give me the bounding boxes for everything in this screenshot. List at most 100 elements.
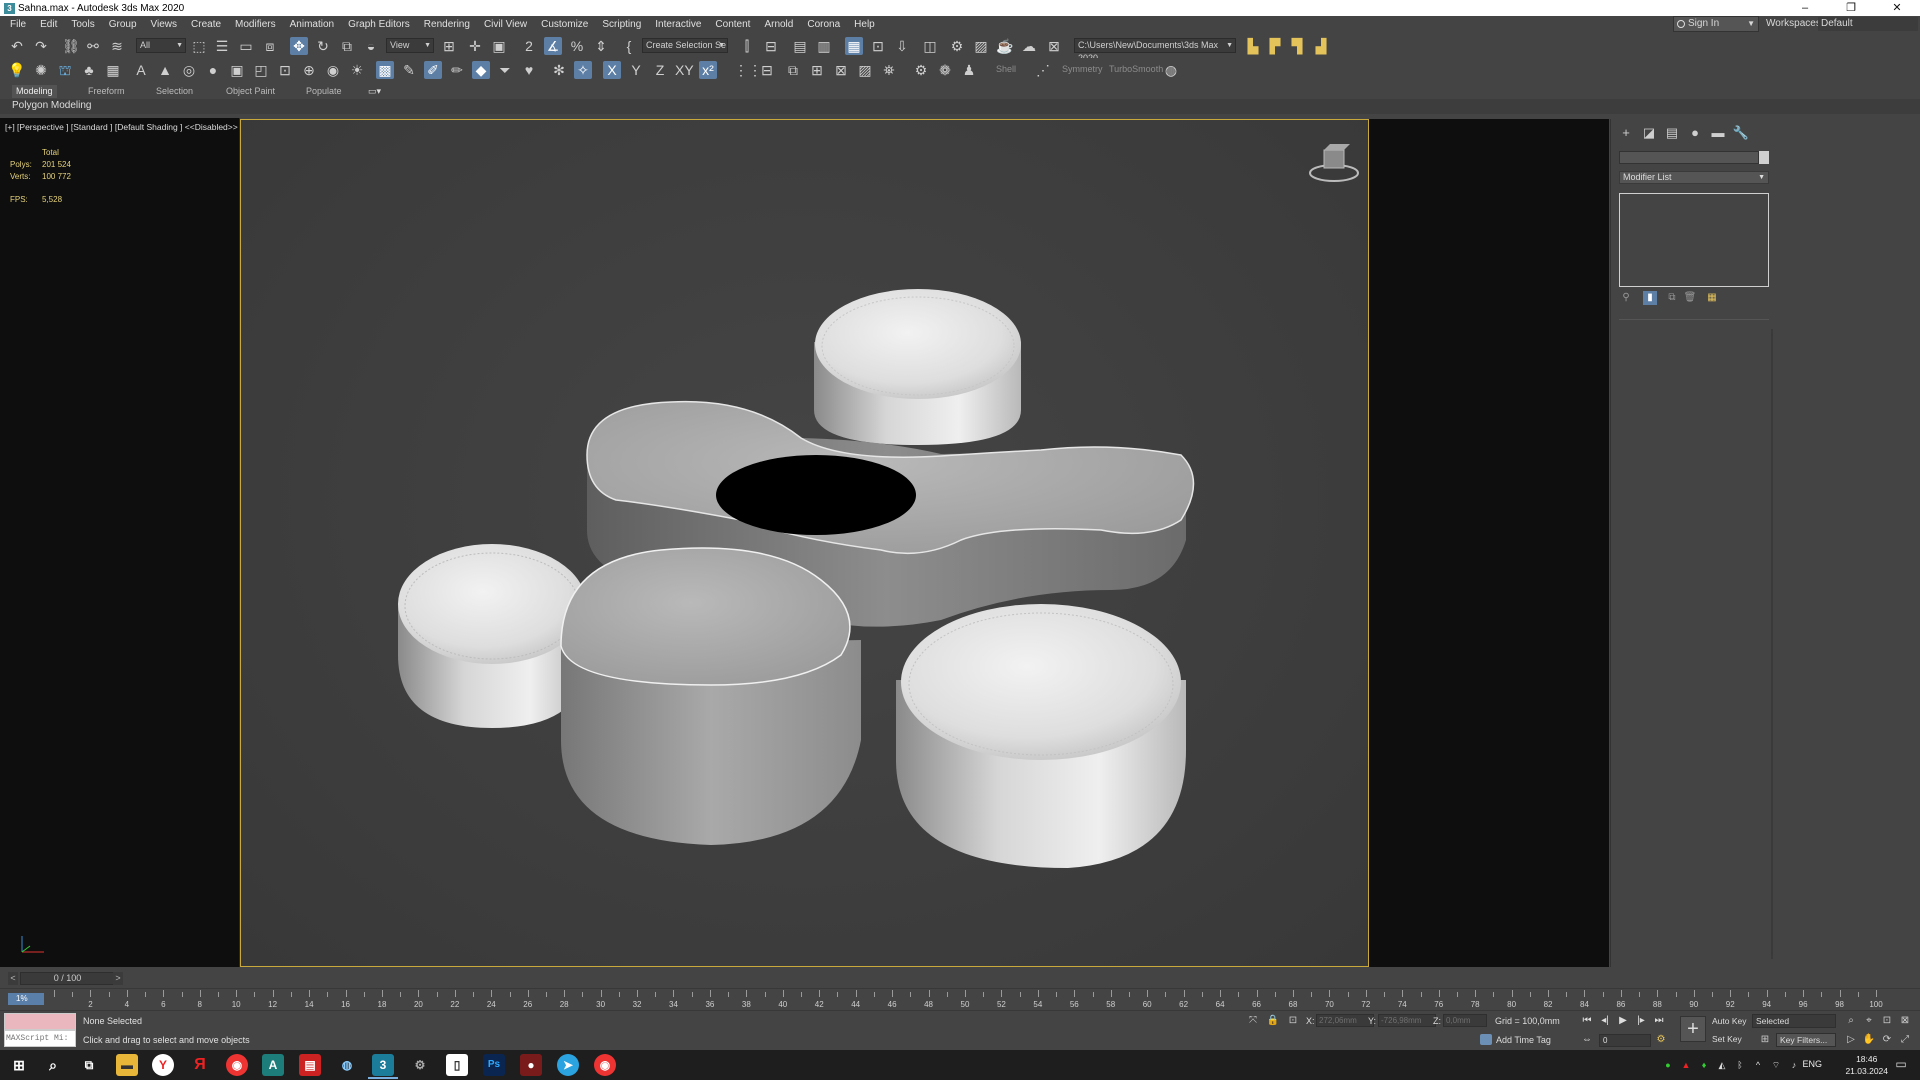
track-bar[interactable]: 1% 2 4 6 8 10 12 14 16 18 20 22 24 26 28 30 32 34 36 38 40 4… (0, 988, 1920, 1010)
open-project-icon[interactable]: ▛ (1266, 37, 1284, 55)
polygon-modeling-panel[interactable]: Polygon Modeling (12, 100, 92, 111)
ribbon-options-icon[interactable]: ▭▾ (364, 85, 385, 98)
menu-customize[interactable]: Customize (534, 19, 595, 30)
box-icon[interactable]: ▣ (228, 61, 246, 79)
reference-coordinate-dropdown[interactable]: View ▼ (386, 38, 434, 53)
zoom-all-icon[interactable]: ⌖ (1862, 1014, 1876, 1028)
add-time-tag-button[interactable]: Add Time Tag (1496, 1035, 1551, 1045)
tray-icon-green[interactable]: ♦ (1698, 1059, 1710, 1071)
sign-in-dropdown[interactable]: Sign In ▼ (1673, 16, 1759, 32)
search-tool-icon[interactable]: ◍ (336, 1054, 358, 1076)
menu-graph-editors[interactable]: Graph Editors (341, 19, 417, 30)
link-icon[interactable]: ⛓ (62, 37, 80, 55)
render-in-cloud-icon[interactable]: ☁ (1020, 37, 1038, 55)
maxscript-input[interactable]: MAXScript Mi: (4, 1030, 76, 1047)
shell-modifier-button[interactable]: Shell (996, 64, 1016, 74)
restore-button[interactable]: ❐ (1828, 0, 1874, 16)
toggle-ribbon-icon[interactable]: ▦ (845, 37, 863, 55)
clone-align-icon[interactable]: ⊠ (832, 61, 850, 79)
modifier-list-dropdown[interactable]: Modifier List ▼ (1619, 171, 1769, 184)
motion-tab-icon[interactable]: ● (1686, 125, 1704, 141)
plane-icon[interactable]: ◰ (252, 61, 270, 79)
vertex-snap-icon[interactable]: ◆ (472, 61, 490, 79)
hierarchy-tab-icon[interactable]: ▤ (1663, 125, 1681, 141)
bind-space-warp-icon[interactable]: ≋ (108, 37, 126, 55)
windows-start-icon[interactable]: ⊞ (8, 1054, 30, 1076)
menu-corona[interactable]: Corona (800, 19, 847, 30)
workspace-value[interactable]: Default (1818, 17, 1918, 31)
funnel-icon[interactable]: ⏷ (496, 61, 514, 79)
file-explorer-icon[interactable]: ▬ (116, 1054, 138, 1076)
axis-x-icon[interactable]: X (603, 61, 621, 79)
render-production-icon[interactable]: ☕ (996, 37, 1014, 55)
pin-stack-icon[interactable]: ⚲ (1619, 291, 1633, 305)
manipulate-icon[interactable]: ✛ (466, 37, 484, 55)
open-a360-gallery-icon[interactable]: ⊠ (1045, 37, 1063, 55)
edit-named-selection-icon[interactable]: { (620, 37, 638, 55)
rendered-frame-window-icon[interactable]: ▨ (972, 37, 990, 55)
align-to-grid-icon[interactable]: ⊟ (758, 61, 776, 79)
axis-y-icon[interactable]: Y (627, 61, 645, 79)
checker-icon[interactable]: ▨ (856, 61, 874, 79)
create-project-icon[interactable]: ▟ (1312, 37, 1330, 55)
brush-icon[interactable]: ✏ (448, 61, 466, 79)
menu-tools[interactable]: Tools (64, 19, 101, 30)
select-and-scale-icon[interactable]: ⧉ (338, 37, 356, 55)
previous-key-icon[interactable]: ◂| (1598, 1014, 1612, 1028)
letter-a-icon[interactable]: A (132, 61, 150, 79)
maxscript-output[interactable] (4, 1013, 76, 1030)
camera-icon[interactable]: ⛫ (56, 61, 74, 79)
symmetry-icon[interactable]: ⋰ (1034, 61, 1052, 79)
whatsapp-tray-icon[interactable]: ● (1662, 1059, 1674, 1071)
rectangular-selection-icon[interactable]: ▭ (237, 37, 255, 55)
tab-modeling[interactable]: Modeling (12, 85, 57, 98)
notepad-icon[interactable]: ▯ (446, 1054, 468, 1076)
remove-modifier-icon[interactable]: 🗑 (1683, 291, 1697, 305)
chrome-icon[interactable]: ◉ (226, 1054, 248, 1076)
pivot-center-icon[interactable]: ⊞ (440, 37, 458, 55)
menu-interactive[interactable]: Interactive (648, 19, 708, 30)
keyboard-shortcut-override-icon[interactable]: ▣ (490, 37, 508, 55)
paint-icon[interactable]: ✐ (424, 61, 442, 79)
utilities-tab-icon[interactable]: 🔧 (1732, 125, 1750, 141)
modifier-stack[interactable] (1619, 193, 1769, 287)
spring-icon[interactable]: ❁ (936, 61, 954, 79)
viewport-label[interactable]: [+] [Perspective ] [Standard ] [Default … (5, 122, 238, 132)
snaps-toggle-icon[interactable]: 2 (520, 37, 538, 55)
play-icon[interactable]: ▶ (1616, 1014, 1630, 1028)
save-project-icon[interactable]: ▜ (1288, 37, 1306, 55)
auto-key-button[interactable]: Auto Key (1712, 1015, 1750, 1028)
mirror-icon[interactable]: ⫿ (738, 37, 756, 55)
named-selection-dropdown[interactable]: Create Selection Se ▼ (642, 38, 728, 53)
curve-editor-icon[interactable]: ⊡ (869, 37, 887, 55)
align-icon[interactable]: ⊟ (762, 37, 780, 55)
3ds-max-icon[interactable]: 3 (372, 1054, 394, 1076)
array-icon[interactable]: ⋮⋮ (734, 61, 762, 79)
next-key-icon[interactable]: |▸ (1634, 1014, 1648, 1028)
current-frame-field[interactable]: 0 (1599, 1034, 1651, 1047)
layer-explorer-icon[interactable]: ▥ (815, 37, 833, 55)
make-unique-icon[interactable]: ⧉ (1665, 291, 1679, 305)
modify-tab-icon[interactable]: ◪ (1640, 125, 1658, 141)
object-name-field[interactable] (1619, 151, 1759, 164)
grid-icon[interactable]: ▦ (104, 61, 122, 79)
orbit-icon[interactable]: ⟳ (1880, 1033, 1894, 1047)
tab-populate[interactable]: Populate (302, 85, 346, 98)
symmetry-modifier-button[interactable]: Symmetry (1062, 64, 1103, 74)
menu-arnold[interactable]: Arnold (757, 19, 800, 30)
telegram-icon[interactable]: ➤ (557, 1054, 579, 1076)
x-coord-field[interactable]: 272,06mm (1316, 1014, 1374, 1027)
heart-icon[interactable]: ♥ (520, 61, 538, 79)
turbosmooth-modifier-button[interactable]: TurboSmooth (1109, 64, 1163, 74)
previous-frame-button[interactable]: < (8, 972, 18, 985)
next-frame-button[interactable]: > (113, 972, 123, 985)
select-and-place-icon[interactable]: ◒ (362, 37, 380, 55)
absolute-mode-icon[interactable]: ⊡ (1286, 1014, 1300, 1028)
percent-snap-icon[interactable]: % (568, 37, 586, 55)
spinner-snap-icon[interactable]: ⇕ (592, 37, 610, 55)
network-tray-icon[interactable]: ◭ (1716, 1059, 1728, 1071)
project-folder-dropdown[interactable]: C:\Users\New\Documents\3ds Max 2020▼ (1074, 38, 1236, 63)
autocad-icon[interactable]: A (262, 1054, 284, 1076)
maxscript-listener[interactable]: MAXScript Mi: (4, 1013, 76, 1049)
axis-z-icon[interactable]: Z (651, 61, 669, 79)
